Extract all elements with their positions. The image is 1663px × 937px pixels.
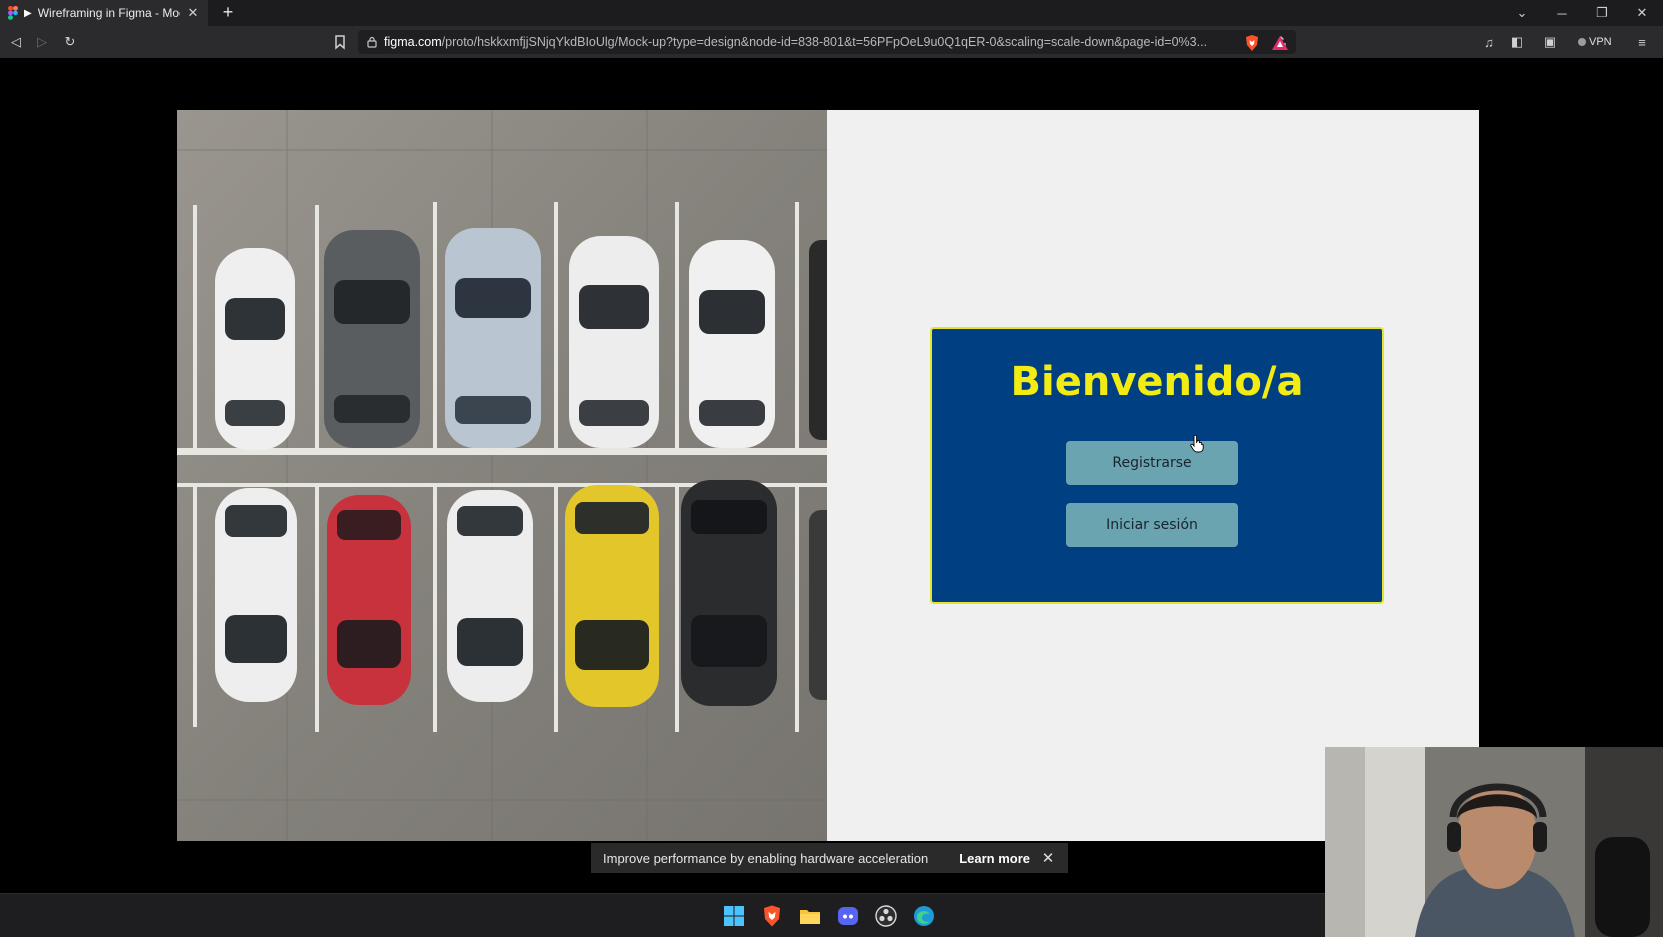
tab-close-icon[interactable]: ✕ (186, 5, 200, 21)
browser-toolbar: ◁ ▷ ↻ figma.com/proto/hskkxmfjjSNjqYkdBI… (0, 26, 1663, 58)
address-bar[interactable]: figma.com/proto/hskkxmfjjSNjqYkdBIoUlg/M… (358, 30, 1296, 54)
back-button[interactable]: ◁ (6, 32, 26, 52)
vpn-status-icon (1578, 38, 1586, 46)
vpn-label: VPN (1589, 36, 1612, 48)
browser-tab-active[interactable]: ▶ Wireframing in Figma - Mock- ✕ (0, 0, 208, 26)
sidebar-icon[interactable]: ◧ (1508, 33, 1526, 51)
notice-message: Improve performance by enabling hardware… (603, 850, 929, 866)
play-icon: ▶ (24, 7, 32, 19)
forward-button[interactable]: ▷ (32, 32, 52, 52)
tab-title: Wireframing in Figma - Mock- (37, 6, 180, 20)
webcam-person-illustration (1325, 747, 1663, 937)
browser-tabstrip: ▶ Wireframing in Figma - Mock- ✕ + ⌄ ─ ❐… (0, 0, 1663, 26)
file-explorer-icon[interactable] (798, 904, 822, 928)
windows-start-icon[interactable] (722, 904, 746, 928)
close-window-button[interactable]: ✕ (1622, 0, 1662, 26)
hand-cursor-icon (1190, 435, 1204, 453)
welcome-title: Bienvenido/a (1010, 359, 1304, 405)
url-path: /proto/hskkxmfjjSNjqYkdBIoUlg/Mock-up?ty… (441, 35, 1208, 49)
tab-search-dropdown-icon[interactable]: ⌄ (1502, 0, 1542, 26)
welcome-card: Bienvenido/a Registrarse Iniciar sesión (930, 327, 1384, 604)
menu-icon[interactable]: ≡ (1633, 33, 1651, 51)
discord-icon[interactable] (836, 904, 860, 928)
register-button[interactable]: Registrarse (1066, 441, 1238, 485)
parking-lot-image (177, 110, 827, 841)
login-button[interactable]: Iniciar sesión (1066, 503, 1238, 547)
brave-shields-icon[interactable] (1244, 34, 1260, 52)
url-host: figma.com (384, 35, 442, 49)
brave-rewards-icon[interactable] (1272, 36, 1288, 50)
minimize-button[interactable]: ─ (1542, 0, 1582, 26)
wallet-icon[interactable]: ▣ (1541, 33, 1559, 51)
media-icon[interactable]: ♫ (1480, 33, 1498, 51)
bookmark-icon[interactable] (332, 34, 348, 50)
parking-lot-illustration (177, 110, 827, 841)
prototype-frame: Bienvenido/a Registrarse Iniciar sesión (177, 110, 1479, 841)
notice-close-icon[interactable]: ✕ (1040, 849, 1056, 867)
obs-studio-icon[interactable] (874, 904, 898, 928)
figma-icon (8, 6, 18, 20)
url-text[interactable]: figma.com/proto/hskkxmfjjSNjqYkdBIoUlg/M… (384, 35, 1268, 49)
webcam-overlay (1325, 747, 1663, 937)
hardware-acceleration-notice: Improve performance by enabling hardware… (591, 843, 1068, 873)
reload-button[interactable]: ↻ (60, 32, 80, 52)
edge-browser-icon[interactable] (912, 904, 936, 928)
restore-button[interactable]: ❐ (1582, 0, 1622, 26)
new-tab-button[interactable]: + (218, 2, 238, 23)
lock-icon[interactable] (366, 36, 378, 48)
brave-browser-icon[interactable] (760, 904, 784, 928)
learn-more-button[interactable]: Learn more (949, 851, 1040, 866)
screen: ▶ Wireframing in Figma - Mock- ✕ + ⌄ ─ ❐… (0, 0, 1663, 937)
vpn-button[interactable]: VPN (1578, 33, 1612, 51)
